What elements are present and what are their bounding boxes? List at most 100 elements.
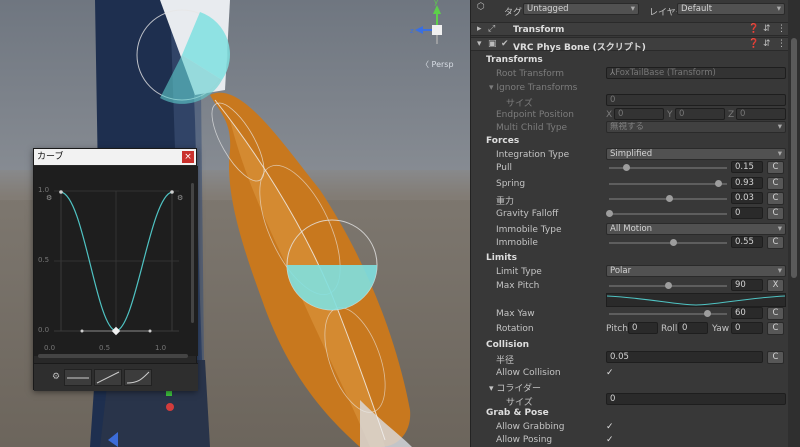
endpoint-x-field[interactable]: 0	[614, 108, 664, 120]
max-pitch-curve-preview[interactable]	[606, 293, 786, 307]
limit-type-dropdown[interactable]: Polar	[606, 265, 786, 277]
transform-component-header[interactable]: ▸ ⤢ Transform ❓ ⇵ ⋮	[471, 22, 800, 36]
more-icon[interactable]: ⋮	[777, 24, 786, 34]
inspector-scrollbar[interactable]	[788, 0, 800, 447]
radius-field[interactable]: 0.05	[606, 351, 763, 363]
persp-label[interactable]: 〈 Persp	[421, 59, 454, 70]
rotation-yaw-label: Yaw	[712, 324, 730, 334]
preset-icon[interactable]: ⇵	[763, 24, 771, 34]
gravity-slider-thumb[interactable]	[666, 195, 674, 202]
gravity-field[interactable]: 0.03	[731, 192, 763, 204]
gravity-label: 重力	[496, 197, 515, 207]
immobile-label: Immobile	[496, 238, 538, 248]
layer-dropdown[interactable]: Default	[677, 3, 785, 15]
colliders-label[interactable]: ▾ コライダー	[489, 381, 541, 394]
horizontal-scrollbar[interactable]	[38, 354, 188, 358]
allow-posing-checkbox[interactable]: ✓	[606, 435, 616, 445]
immobile-type-label: Immobile Type	[496, 225, 562, 235]
spring-slider-thumb[interactable]	[715, 180, 723, 187]
more-icon[interactable]: ⋮	[777, 39, 786, 49]
immobile-field[interactable]: 0.55	[731, 236, 763, 248]
curve-window-title: カーブ	[37, 152, 64, 162]
curve-editor-window[interactable]: カーブ × ⚙ ⚙ 1.0 0.5 0.0 0.0 0.5 1.0 ⚙	[33, 148, 198, 391]
integration-type-dropdown[interactable]: Simplified	[606, 148, 786, 160]
rotation-curve-button[interactable]: C	[767, 322, 784, 335]
spring-field[interactable]: 0.93	[731, 177, 763, 189]
help-icon[interactable]: ❓	[748, 24, 759, 34]
allow-collision-label: Allow Collision	[496, 368, 561, 378]
immobile-slider-track[interactable]	[609, 242, 727, 244]
gizmo-z-label: z	[410, 27, 414, 35]
endpoint-z-label: Z	[728, 110, 735, 120]
multi-child-type-dropdown[interactable]: 無視する	[606, 121, 786, 133]
gravity-curve-button[interactable]: C	[767, 192, 784, 205]
max-pitch-field[interactable]: 90	[731, 279, 763, 291]
immobile-slider-thumb[interactable]	[670, 239, 678, 246]
endpoint-x-label: X	[606, 110, 613, 120]
foldout-arrow-icon[interactable]: ▾	[477, 39, 482, 49]
allow-grabbing-label: Allow Grabbing	[496, 422, 565, 432]
spring-slider-track[interactable]	[609, 183, 727, 185]
rotation-pitch-field[interactable]: 0	[628, 322, 658, 334]
root-transform-field[interactable]: ⅄FoxTailBase (Transform)	[606, 67, 786, 79]
max-pitch-label: Max Pitch	[496, 281, 540, 291]
gravity-falloff-slider-thumb[interactable]	[605, 210, 613, 217]
gravity-falloff-field[interactable]: 0	[731, 207, 763, 219]
physbone-component-header[interactable]: ▾ ▣ ✔ VRC Phys Bone (スクリプト) ❓ ⇵ ⋮	[471, 37, 800, 53]
orientation-gizmo[interactable]	[415, 5, 442, 44]
gravity-falloff-curve-button[interactable]: C	[767, 207, 784, 220]
inspector-scrollbar-thumb[interactable]	[791, 38, 797, 278]
preset-flat[interactable]	[64, 369, 92, 386]
max-pitch-slider-thumb[interactable]	[664, 282, 672, 289]
scene-view[interactable]: y z 〈 Persp カーブ × ⚙ ⚙ 1.0 0.5 0.0 0.0 0.…	[0, 0, 470, 447]
colliders-size-field[interactable]: 0	[606, 393, 786, 405]
section-forces: Forces	[486, 136, 520, 146]
curve-presets: ⚙	[34, 363, 198, 391]
ignore-transforms-label[interactable]: ▾ Ignore Transforms	[489, 83, 577, 93]
x-tick: 0.5	[99, 344, 111, 352]
physbone-title: VRC Phys Bone (スクリプト)	[513, 43, 646, 53]
preset-ease[interactable]	[124, 369, 152, 386]
vertical-scrollbar[interactable]	[191, 183, 194, 323]
pull-field[interactable]: 0.15	[731, 161, 763, 173]
section-collision: Collision	[486, 340, 530, 350]
max-yaw-label: Max Yaw	[496, 309, 535, 319]
section-limits: Limits	[486, 253, 517, 263]
curve-graph[interactable]: ⚙ ⚙ 1.0 0.5 0.0 0.0 0.5 1.0	[34, 166, 198, 356]
root-transform-label: Root Transform	[496, 69, 565, 79]
pull-curve-button[interactable]: C	[767, 161, 784, 174]
allow-grabbing-checkbox[interactable]: ✓	[606, 422, 616, 432]
radius-curve-button[interactable]: C	[767, 351, 784, 364]
close-button[interactable]: ×	[182, 151, 194, 163]
rotation-roll-field[interactable]: 0	[678, 322, 708, 334]
endpoint-y-field[interactable]: 0	[675, 108, 725, 120]
enabled-checkbox[interactable]: ✔	[501, 39, 509, 49]
max-yaw-curve-button[interactable]: C	[767, 307, 784, 320]
help-icon[interactable]: ❓	[748, 39, 759, 49]
rotation-yaw-field[interactable]: 0	[731, 322, 763, 334]
script-icon: ▣	[488, 39, 497, 49]
gear-icon: ⚙	[46, 194, 52, 202]
max-yaw-field[interactable]: 60	[731, 307, 763, 319]
preset-linear[interactable]	[94, 369, 122, 386]
immobile-curve-button[interactable]: C	[767, 236, 784, 249]
max-yaw-slider-thumb[interactable]	[703, 310, 711, 317]
y-tick: 1.0	[38, 186, 50, 194]
tag-dropdown[interactable]: Untagged	[523, 3, 639, 15]
immobile-type-dropdown[interactable]: All Motion	[606, 223, 786, 235]
preset-icon[interactable]: ⇵	[763, 39, 771, 49]
colliders-size-label: サイズ	[506, 398, 533, 408]
pull-slider-thumb[interactable]	[623, 164, 631, 171]
curve-key-end	[170, 190, 174, 194]
ignore-size-field[interactable]: 0	[606, 94, 786, 106]
endpoint-z-field[interactable]: 0	[736, 108, 786, 120]
allow-collision-checkbox[interactable]: ✓	[606, 368, 616, 378]
curve-key-start	[59, 190, 63, 194]
curve-window-titlebar[interactable]: カーブ ×	[34, 149, 196, 165]
gear-icon[interactable]: ⚙	[52, 372, 60, 382]
max-pitch-curve-button[interactable]: X	[767, 279, 784, 292]
tag-label: タグ	[504, 8, 523, 18]
foldout-arrow-icon[interactable]: ▸	[477, 24, 482, 34]
gravity-falloff-slider-track[interactable]	[609, 213, 727, 215]
spring-curve-button[interactable]: C	[767, 177, 784, 190]
